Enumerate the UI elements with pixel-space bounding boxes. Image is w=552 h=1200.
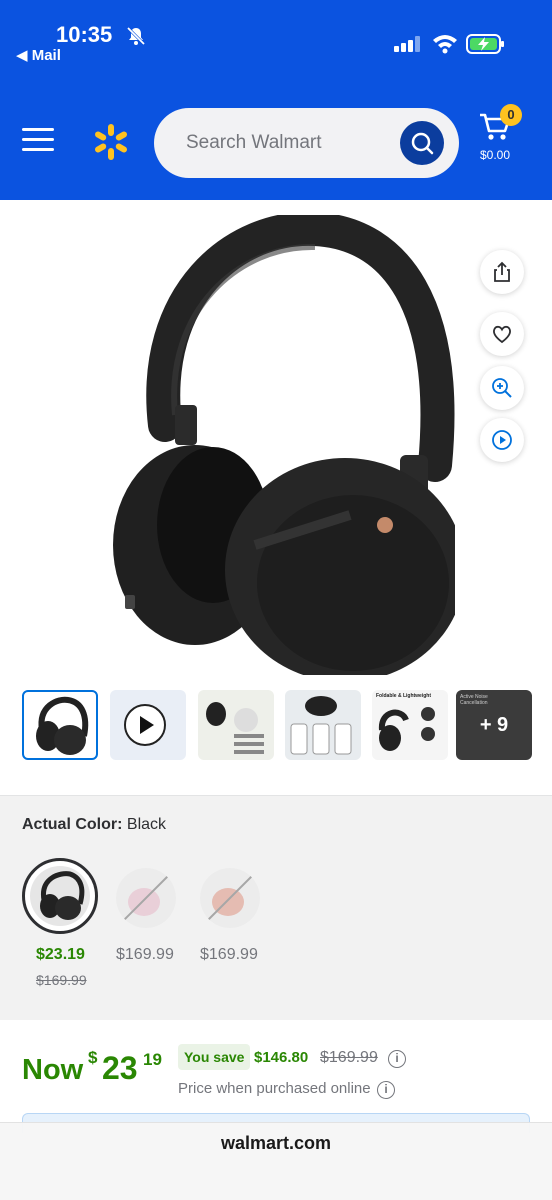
thumbnail-1[interactable]	[22, 690, 98, 760]
play-icon	[140, 716, 154, 734]
search-placeholder: Search Walmart	[186, 132, 322, 153]
unavailable-rose-swatch-icon	[207, 875, 253, 921]
color-label-title: Actual Color:	[22, 816, 123, 833]
app-thumbnail-icon	[290, 696, 352, 755]
selected-color: Black	[126, 816, 167, 833]
now-label: Now	[22, 1054, 84, 1086]
walmart-spark-logo[interactable]	[92, 123, 130, 161]
wifi-icon	[433, 35, 457, 54]
black-headphones-swatch-icon	[40, 871, 85, 920]
color-swatch-pink[interactable]	[100, 858, 176, 934]
price-note: Price when purchased online	[178, 1080, 371, 1097]
foldable-thumbnail-icon	[378, 707, 435, 751]
unavailable-pink-swatch-icon	[123, 875, 169, 921]
url-text: walmart.com	[220, 1133, 332, 1153]
search-input[interactable]: Search Walmart	[154, 108, 459, 178]
battery-charging-icon	[466, 34, 504, 54]
thumbnail-3[interactable]	[198, 690, 274, 760]
search-icon	[411, 132, 434, 155]
search-button[interactable]	[400, 121, 444, 165]
share-button[interactable]	[480, 250, 524, 294]
browser-url-bar[interactable]: walmart.com	[0, 1122, 552, 1200]
zoom-in-icon	[492, 378, 512, 398]
price-note-info-icon[interactable]: i	[377, 1081, 395, 1099]
headphones-thumbnail-icon	[36, 696, 89, 755]
silent-bell-icon	[126, 26, 146, 46]
price-dollars: 23	[102, 1050, 138, 1086]
cart-total: $0.00	[480, 148, 511, 162]
comparison-thumbnail-icon	[206, 702, 264, 754]
menu-icon[interactable]	[22, 128, 54, 154]
swatch-black-image	[30, 866, 90, 926]
back-to-mail-link[interactable]: ◀ Mail	[16, 46, 61, 64]
cart-count-badge: 0	[500, 104, 522, 126]
product-image-headphones[interactable]	[95, 215, 455, 675]
swatch-rose-image	[200, 868, 260, 928]
color-label: Actual Color: Black	[22, 816, 166, 834]
status-time: 10:35	[56, 22, 113, 47]
thumbnail-5-caption: Foldable & Lightweight	[376, 693, 431, 699]
color-swatch-black[interactable]	[22, 858, 98, 934]
color-selector: Actual Color: Black $23.19 $169.99 $169.…	[0, 795, 552, 1020]
more-images-button[interactable]: Active Noise Cancellation + 9	[456, 690, 532, 760]
cart-button[interactable]: 0 $0.00	[474, 104, 522, 164]
app-header: 10:35 ◀ Mail Search Walmart 0 $0.00	[0, 0, 552, 200]
price-currency: $	[88, 1048, 98, 1067]
more-images-count: + 9	[479, 713, 509, 736]
price-section: Now $ 23 19 You save $146.80 $169.99 i P…	[0, 1022, 552, 1122]
share-icon	[494, 261, 510, 282]
was-price: $169.99	[320, 1049, 378, 1066]
was-price-info-icon[interactable]: i	[388, 1050, 406, 1068]
swatch-rose-price: $169.99	[200, 946, 258, 963]
heart-icon	[493, 325, 511, 344]
swatch-black-price: $23.19	[36, 946, 85, 963]
color-swatch-rose[interactable]	[184, 858, 260, 934]
save-amount: $146.80	[254, 1049, 309, 1066]
price-cents: 19	[143, 1050, 162, 1069]
you-save-badge: You save	[178, 1044, 251, 1070]
zoom-button[interactable]	[480, 366, 524, 410]
cellular-signal-icon	[394, 36, 420, 52]
thumbnail-4[interactable]	[285, 690, 361, 760]
thumbnail-6-caption: Active Noise Cancellation	[460, 694, 488, 706]
swatch-pink-price: $169.99	[116, 946, 174, 963]
thumbnail-5[interactable]: Foldable & Lightweight	[372, 690, 448, 760]
thumbnail-video[interactable]	[110, 690, 186, 760]
favorite-button[interactable]	[480, 312, 524, 356]
play-circle-icon	[492, 430, 512, 450]
swatch-pink-image	[116, 868, 176, 928]
swatch-black-was-price: $169.99	[36, 972, 87, 988]
play-video-button[interactable]	[480, 418, 524, 462]
